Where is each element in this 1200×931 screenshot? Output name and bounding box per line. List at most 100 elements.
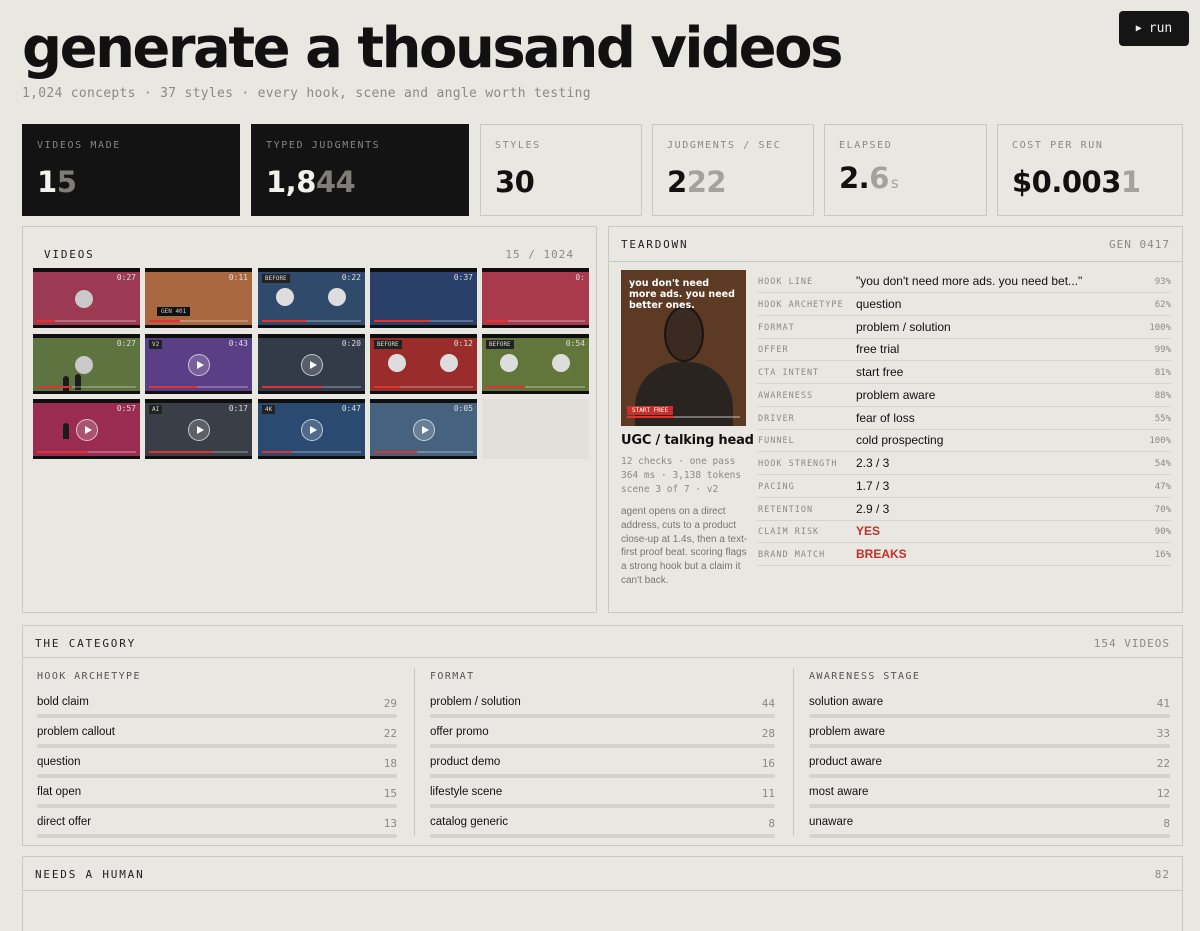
stat-label: JUDGMENTS / SEC (667, 140, 782, 151)
thumbnail-progress (149, 320, 248, 322)
judgment-value: fear of loss (856, 410, 915, 425)
category-item-bar (809, 834, 1170, 838)
thumbnail-duration: 0:43 (228, 339, 248, 348)
judgment-key: FUNNEL (758, 436, 795, 447)
category-item: most aware 12 (809, 780, 1170, 810)
judgment-key: RETENTION (758, 504, 814, 515)
judgment-key: OFFER (758, 345, 789, 356)
video-thumbnail[interactable]: 0: (482, 268, 589, 328)
category-item-bar (430, 834, 775, 838)
thumbnail-progress (374, 386, 473, 388)
judgment-row: DRIVER fear of loss 55% (757, 407, 1171, 430)
judgment-key: BRAND MATCH (758, 550, 826, 560)
category-item-bar (809, 744, 1170, 748)
judgment-value: problem / solution (856, 319, 951, 334)
video-thumbnail[interactable]: 0:20 (258, 334, 365, 394)
stat-judgments-per-sec: JUDGMENTS / SEC 222 (652, 124, 814, 216)
category-item-count: 8 (1163, 817, 1170, 830)
thumbnail-duration: 0:27 (116, 339, 136, 348)
category-item-bar (809, 804, 1170, 808)
thumbnail-progress (37, 451, 136, 453)
thumbnail-duration: 0:47 (341, 404, 361, 413)
judgment-key: HOOK ARCHETYPE (758, 299, 844, 310)
gen-tag: GEN 401 (157, 307, 191, 316)
thumbnail-duration: 0:17 (228, 404, 248, 413)
play-icon[interactable] (75, 418, 98, 441)
category-item-count: 28 (761, 727, 775, 740)
judgment-row: FUNNEL cold prospecting 100% (757, 429, 1171, 453)
preview-cta: START FREE (627, 406, 674, 415)
judgment-value: "you don't need more ads. you need bet..… (856, 274, 1083, 288)
play-icon[interactable] (300, 418, 323, 441)
category-item-name: offer promo (430, 726, 489, 738)
video-thumbnail[interactable]: 4K 0:47 (258, 399, 365, 459)
stat-value: 1,844 (266, 165, 356, 199)
category-item-name: problem / solution (430, 696, 521, 708)
needs-human-heading: NEEDS A HUMAN (35, 868, 145, 881)
stat-elapsed: ELAPSED 2.6 s (824, 124, 987, 216)
thumbnail-tag: BEFORE (486, 340, 514, 349)
thumbnail-progress (262, 320, 361, 322)
thumbnail-duration: 0:11 (228, 273, 248, 282)
video-thumbnail[interactable]: 0:37 (370, 268, 477, 328)
category-item-bar (37, 834, 397, 838)
play-icon[interactable] (412, 418, 435, 441)
video-thumbnail[interactable]: BEFORE 0:22 (258, 268, 365, 328)
judgment-key: PACING (758, 481, 795, 492)
category-item-bar (809, 774, 1170, 778)
meta-checks: 12 checks · one pass (621, 456, 736, 467)
judgment-key: CLAIM RISK (758, 527, 820, 538)
thumbnail-progress (149, 386, 248, 388)
play-icon[interactable] (187, 418, 210, 441)
judgment-value: YES (856, 524, 881, 539)
judgment-key: DRIVER (758, 413, 795, 424)
thumbnail-progress (486, 386, 585, 388)
category-item-name: flat open (37, 786, 82, 798)
judgment-confidence: 88% (1154, 390, 1171, 401)
category-item: product aware 22 (809, 750, 1170, 780)
video-thumbnail[interactable]: AI 0:17 (145, 399, 252, 459)
thumbnail-progress (37, 386, 136, 388)
video-thumbnail[interactable]: BEFORE 0:12 (370, 334, 477, 394)
run-button-label: run (1148, 21, 1173, 36)
play-icon[interactable] (187, 353, 210, 376)
judgment-value: problem aware (856, 387, 936, 402)
judgment-row: BRAND MATCH BREAKS 16% (757, 543, 1171, 566)
meta-timing: 364 ms · 3,138 tokens (621, 470, 742, 481)
thumbnail-progress (374, 451, 473, 453)
video-thumbnail[interactable]: 0:57 (33, 399, 140, 459)
category-item-bar (37, 774, 397, 778)
category-item-count: 29 (383, 697, 397, 710)
category-item-name: unaware (809, 816, 854, 828)
judgment-row: AWARENESS problem aware 88% (757, 384, 1171, 407)
category-item-count: 15 (383, 787, 397, 800)
videos-panel: VIDEOS 15 / 1024 0:27 GEN 401 0:11 BEFORE 0:… (22, 226, 597, 613)
video-thumbnail[interactable]: BEFORE 0:54 (482, 334, 589, 394)
video-thumbnail[interactable]: V2 0:43 (145, 334, 252, 394)
judgment-confidence: 90% (1154, 527, 1171, 538)
video-preview[interactable]: you don't need more ads. you need better… (621, 270, 746, 426)
thumbnail-progress (37, 320, 136, 322)
video-thumbnail[interactable] (482, 399, 589, 459)
video-thumbnail[interactable]: 0:27 (33, 268, 140, 328)
judgment-confidence: 100% (1149, 322, 1171, 333)
play-icon[interactable] (300, 353, 323, 376)
category-item-name: solution aware (809, 696, 884, 708)
video-thumbnail[interactable]: 0:27 (33, 334, 140, 394)
thumbnail-duration: 0:05 (453, 404, 473, 413)
stat-label: ELAPSED (839, 140, 893, 151)
judgment-row: FORMAT problem / solution 100% (757, 316, 1171, 339)
category-item-name: bold claim (37, 696, 89, 708)
category-item: flat open 15 (37, 780, 397, 810)
thumbnail-duration: 0:37 (453, 273, 473, 282)
judgment-value: 2.3 / 3 (856, 456, 890, 470)
stat-cost-per-run: COST PER RUN $0.0031 (997, 124, 1183, 216)
needs-human-count: 82 (1154, 868, 1170, 881)
run-button[interactable]: ▶ run (1119, 11, 1189, 46)
thumbnail-progress (149, 451, 248, 453)
video-thumbnail[interactable]: GEN 401 0:11 (145, 268, 252, 328)
category-item-count: 12 (1156, 787, 1170, 800)
divider (609, 261, 1182, 262)
video-thumbnail[interactable]: 0:05 (370, 399, 477, 459)
category-item-name: product demo (430, 756, 501, 768)
